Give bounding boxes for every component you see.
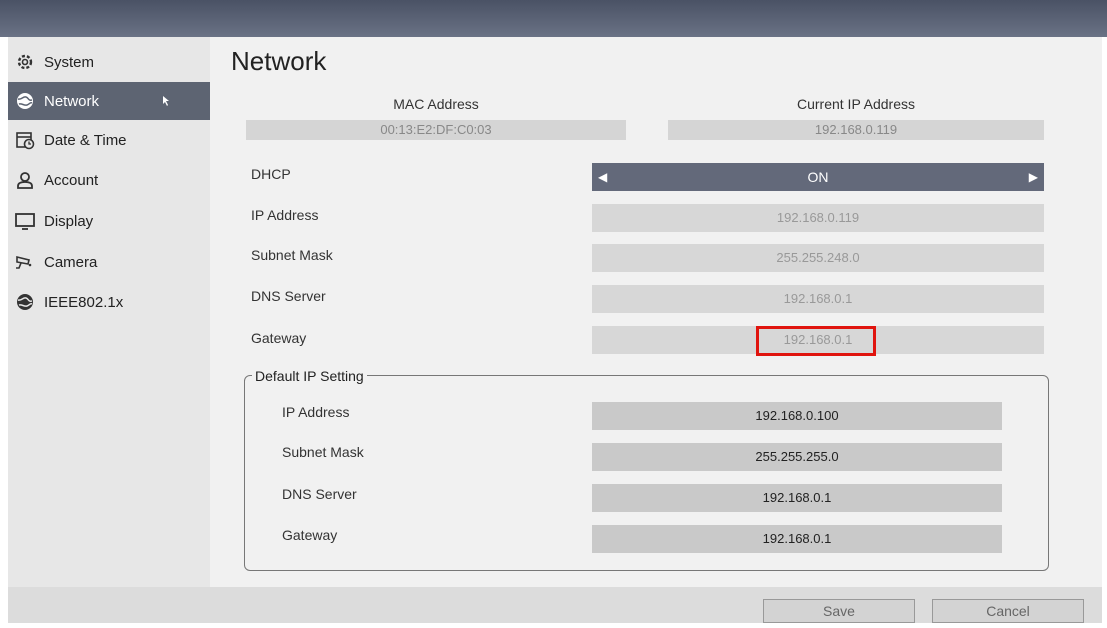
gear-icon [15, 52, 35, 72]
current-ip-value: 192.168.0.119 [668, 120, 1044, 140]
gateway-label: Gateway [251, 330, 307, 346]
dns-server-field[interactable]: 192.168.0.1 [592, 285, 1044, 313]
dhcp-label: DHCP [251, 166, 291, 182]
subnet-mask-label: Subnet Mask [251, 247, 333, 263]
default-ip-address-label: IP Address [282, 404, 350, 420]
globe-icon [15, 91, 35, 111]
camera-icon [15, 252, 35, 272]
globe-icon [15, 292, 35, 312]
top-bar [0, 0, 1107, 37]
arrow-left-icon[interactable]: ◀ [598, 170, 607, 184]
dns-server-label: DNS Server [251, 288, 326, 304]
current-ip-label: Current IP Address [796, 96, 916, 112]
dhcp-value: ON [807, 169, 829, 185]
sidebar-item-account[interactable]: Account [8, 161, 210, 199]
sidebar-item-label: Network [44, 92, 100, 110]
sidebar-item-label: Display [44, 212, 94, 230]
sidebar-item-label: Camera [44, 253, 98, 271]
sidebar-item-date-time[interactable]: Date & Time [8, 121, 210, 159]
sidebar-item-network[interactable]: Network [8, 82, 210, 120]
monitor-icon [15, 211, 35, 231]
subnet-mask-field[interactable]: 255.255.248.0 [592, 244, 1044, 272]
mac-address-label: MAC Address [393, 96, 479, 112]
default-subnet-mask-value: 255.255.255.0 [592, 443, 1002, 471]
default-subnet-mask-label: Subnet Mask [282, 444, 364, 460]
ip-address-label: IP Address [251, 207, 319, 223]
default-gateway-label: Gateway [282, 527, 338, 543]
highlight-box [756, 326, 876, 356]
sidebar: System Network Date & Time Account Displ… [8, 37, 210, 587]
sidebar-item-system[interactable]: System [8, 43, 210, 81]
mac-address-value: 00:13:E2:DF:C0:03 [246, 120, 626, 140]
default-ip-address-value: 192.168.0.100 [592, 402, 1002, 430]
page-title: Network [231, 46, 327, 76]
arrow-right-icon[interactable]: ▶ [1029, 170, 1038, 184]
sidebar-item-label: Account [44, 171, 99, 189]
cancel-button[interactable]: Cancel [932, 599, 1084, 623]
sidebar-item-camera[interactable]: Camera [8, 243, 210, 281]
default-dns-server-label: DNS Server [282, 486, 357, 502]
default-ip-title: Default IP Setting [252, 368, 367, 384]
sidebar-item-ieee8021x[interactable]: IEEE802.1x [8, 283, 210, 321]
mouse-cursor-icon [163, 96, 169, 106]
sidebar-item-label: Date & Time [44, 131, 127, 149]
user-icon [15, 170, 35, 190]
sidebar-item-label: System [44, 53, 95, 71]
sidebar-item-label: IEEE802.1x [44, 293, 124, 311]
save-button[interactable]: Save [763, 599, 915, 623]
calendar-clock-icon [15, 130, 35, 150]
ip-address-field[interactable]: 192.168.0.119 [592, 204, 1044, 232]
dhcp-selector[interactable]: ◀ ON ▶ [592, 163, 1044, 191]
default-dns-server-value: 192.168.0.1 [592, 484, 1002, 512]
default-gateway-value: 192.168.0.1 [592, 525, 1002, 553]
sidebar-item-display[interactable]: Display [8, 202, 210, 240]
